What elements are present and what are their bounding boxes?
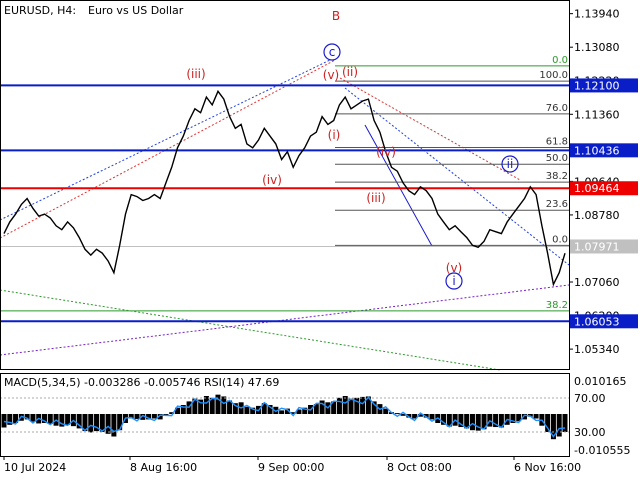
wave-label-4: (ii) [342,65,358,79]
macd-bar-5 [30,414,36,422]
macd-bar-48 [279,410,285,414]
indicator-tick-2: 30.00 [574,426,606,439]
price-label-2: 1.09464 [574,182,620,195]
price-label-0: 1.12100 [574,79,620,92]
indicator-tick-3: -0.010555 [574,444,630,457]
macd-bar-26 [151,414,157,419]
wave-label-5: (iv) [262,173,282,187]
macd-bar-8 [47,414,53,424]
time-axis: 10 Jul 2024 8 Aug 16:00 9 Sep 00:00 8 Oct 0… [3,456,581,474]
wave-label-6: (i) [328,128,341,142]
time-tick-2: 9 Sep 00:00 [258,461,324,474]
macd-bar-92 [533,414,539,419]
wave-label-0: B [332,9,340,23]
price-tick-1: 1.13080 [574,41,620,54]
chart-description: Euro vs US Dollar [88,4,184,17]
chart-symbol: EURUSD, H4: [4,4,76,17]
macd-bar-23 [134,414,140,419]
fib-label-3: 61.8 [546,136,568,147]
fib-label-2: 76.0 [546,103,568,114]
price-label-3: 1.07971 [574,240,620,253]
wave-label-11: i [452,274,455,288]
main-plot-area [0,0,569,369]
macd-bar-15 [88,414,94,433]
macd-bar-96 [556,414,562,437]
price-tick-8: 1.07060 [574,276,620,289]
time-tick-4: 6 Nov 16:00 [514,461,581,474]
wave-label-7: (iv) [376,145,396,159]
fib-label-6: 23.6 [546,199,568,210]
indicator-tick-0: 0.010165 [574,375,627,388]
macd-bar-58 [336,397,342,414]
price-tick-6: 1.08780 [574,209,620,222]
price-label-1: 1.10436 [574,144,620,157]
macd-bar-18 [105,414,111,434]
fib-label-1: 100.0 [539,70,568,81]
fib-label-7: 0.0 [552,234,568,245]
macd-bar-19 [111,414,117,437]
wave-label-9: ii [507,157,514,171]
macd-bar-20 [117,414,123,431]
fib-label-5: 38.2 [546,171,568,182]
wave-label-8: (iii) [366,191,385,205]
price-tick-10: 1.05340 [574,343,620,356]
price-axis: 1.139401.130801.122201.113601.105001.096… [569,8,638,457]
macd-bar-55 [319,400,325,414]
time-tick-1: 8 Aug 16:00 [130,461,197,474]
fib-label-0: 0.0 [552,55,568,66]
indicator-label: MACD(5,34,5) -0.003286 -0.005746 RSI(14)… [4,376,279,389]
macd-bar-97 [562,414,568,432]
macd-bar-42 [244,406,250,414]
price-tick-3: 1.11360 [574,108,620,121]
macd-bar-59 [342,396,348,414]
macd-bar-0 [1,414,7,428]
time-tick-0: 10 Jul 2024 [4,461,66,474]
macd-bar-68 [394,413,400,415]
fib-label-4: 50.0 [546,153,568,164]
wave-label-1: c [329,45,336,59]
macd-bar-35 [203,396,209,414]
wave-label-3: (v) [323,68,339,82]
macd-bar-81 [469,414,475,431]
wave-label-2: (iii) [186,67,205,81]
indicator-tick-1: 70.00 [574,392,606,405]
macd-bar-38 [221,396,227,414]
time-tick-3: 8 Oct 08:00 [387,461,452,474]
fib-label-8: 38.2 [546,300,568,311]
chart-stage: 0.0 100.0 76.0 61.8 50.0 38.2 23.6 0.0 38.2 Bc (i… [0,0,638,474]
macd-bar-62 [360,396,366,414]
macd-bar-74 [429,414,435,420]
price-tick-0: 1.13940 [574,8,620,21]
price-label-4: 1.06053 [574,315,620,328]
